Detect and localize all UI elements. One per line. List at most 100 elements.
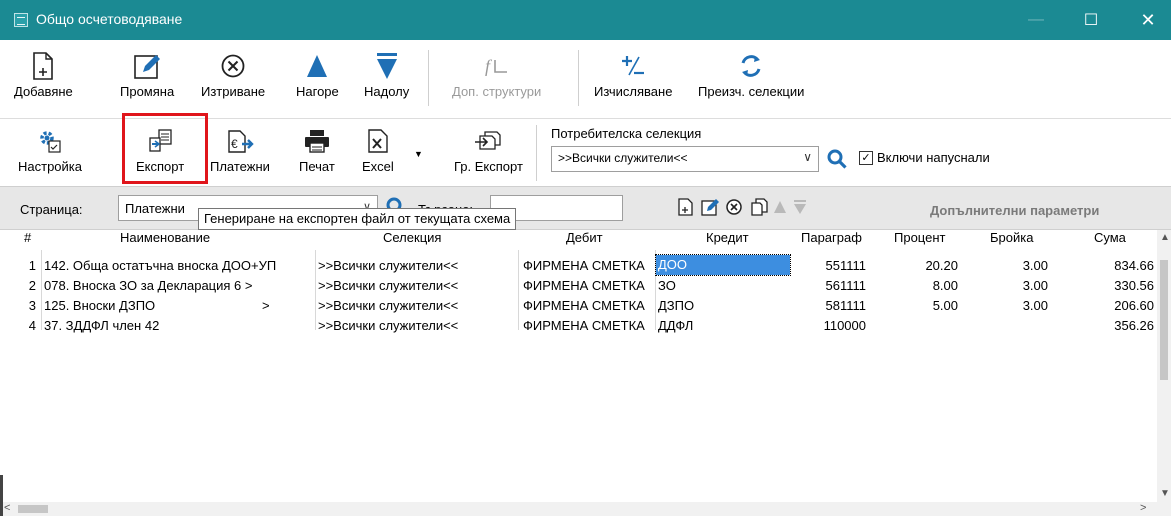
horizontal-scroll-thumb[interactable] bbox=[18, 505, 48, 513]
row-count: 3.00 bbox=[1022, 258, 1048, 273]
row-selection: >>Всички служители<< bbox=[318, 298, 459, 313]
row-debit: ФИРМЕНА СМЕТКА bbox=[523, 298, 645, 313]
minimize-button[interactable]: — bbox=[1013, 0, 1059, 40]
arrow-down-icon bbox=[794, 200, 806, 214]
add-button[interactable]: Добавяне bbox=[14, 48, 73, 99]
svg-text:€: € bbox=[231, 137, 238, 151]
user-selection-combo[interactable]: >>Всички служители<< ∨ bbox=[551, 146, 819, 172]
page-combo-value: Платежни bbox=[125, 201, 185, 216]
scroll-up-icon[interactable]: ▲ bbox=[1160, 232, 1170, 243]
scroll-right-icon[interactable]: > bbox=[1140, 502, 1146, 514]
euro-payment-icon: € bbox=[226, 123, 254, 159]
row-percent: 8.00 bbox=[932, 278, 958, 293]
row-delete-button[interactable] bbox=[724, 196, 744, 218]
toolbar-separator bbox=[536, 125, 537, 181]
row-count: 3.00 bbox=[1022, 298, 1048, 313]
export-highlight-box bbox=[122, 113, 208, 184]
user-selection-caption: Потребителска селекция bbox=[551, 126, 702, 141]
row-credit[interactable]: ДДФЛ bbox=[658, 316, 788, 336]
move-up-button[interactable]: Нагоре bbox=[296, 48, 339, 99]
row-copy-button[interactable] bbox=[749, 196, 769, 218]
toolbar-separator bbox=[578, 50, 579, 106]
row-credit[interactable]: ДОО bbox=[655, 254, 791, 276]
horizontal-scrollbar[interactable]: < > bbox=[0, 502, 1157, 516]
selection-search-button[interactable] bbox=[825, 147, 849, 171]
row-add-button[interactable] bbox=[676, 196, 696, 218]
row-credit[interactable]: ЗО bbox=[658, 276, 788, 296]
svg-text:f: f bbox=[485, 56, 493, 76]
row-number: 1 bbox=[28, 258, 36, 273]
group-export-button[interactable]: Гр. Експорт bbox=[454, 123, 523, 174]
row-paragraph: 581111 bbox=[825, 298, 867, 313]
column-header-debit[interactable]: Дебит bbox=[566, 230, 603, 250]
extra-params-link[interactable]: Допълнителни параметри bbox=[930, 203, 1099, 218]
postings-table: # Наименование Селекция Дебит Кредит Пар… bbox=[0, 230, 1171, 516]
column-divider bbox=[41, 250, 42, 330]
arrow-up-icon bbox=[305, 48, 329, 84]
print-button[interactable]: Печат bbox=[299, 123, 335, 174]
delete-circle-x-icon bbox=[726, 199, 742, 215]
column-header-number[interactable]: # bbox=[24, 230, 36, 250]
chevron-down-icon: ∨ bbox=[803, 150, 812, 164]
row-debit: ФИРМЕНА СМЕТКА bbox=[523, 318, 645, 333]
delete-button[interactable]: Изтриване bbox=[201, 48, 265, 99]
export-tooltip: Генериране на експортен файл от текущата… bbox=[198, 208, 517, 230]
column-header-count[interactable]: Бройка bbox=[990, 230, 1033, 250]
scroll-down-icon[interactable]: ▼ bbox=[1160, 488, 1170, 499]
maximize-button[interactable]: ☐ bbox=[1068, 0, 1114, 40]
row-name-suffix: > bbox=[262, 298, 270, 313]
close-button[interactable]: ✕ bbox=[1125, 0, 1171, 40]
row-up-button[interactable] bbox=[770, 196, 790, 218]
extra-structures-button[interactable]: f Доп. структури bbox=[452, 48, 541, 99]
excel-button[interactable]: Excel bbox=[362, 123, 394, 174]
row-down-button[interactable] bbox=[790, 196, 810, 218]
column-header-paragraph[interactable]: Параграф bbox=[801, 230, 862, 250]
copy-icon bbox=[751, 198, 768, 216]
delete-circle-x-icon bbox=[220, 48, 246, 84]
arrow-up-icon bbox=[774, 201, 786, 213]
vertical-scrollbar[interactable]: ▲ ▼ bbox=[1157, 230, 1171, 516]
column-divider bbox=[518, 250, 519, 330]
row-selection: >>Всички служители<< bbox=[318, 318, 459, 333]
refresh-icon bbox=[738, 48, 764, 84]
scroll-left-icon[interactable]: < bbox=[4, 502, 10, 514]
row-number: 4 bbox=[28, 318, 36, 333]
payments-button[interactable]: € Платежни bbox=[210, 123, 270, 174]
row-paragraph: 551111 bbox=[825, 258, 867, 273]
include-terminated-checkbox[interactable]: ✓ bbox=[859, 151, 873, 165]
excel-dropdown-arrow-icon[interactable]: ▼ bbox=[414, 149, 423, 159]
user-selection-value: >>Всички служители<< bbox=[558, 151, 688, 165]
row-credit[interactable]: ДЗПО bbox=[658, 296, 788, 316]
column-header-name[interactable]: Наименование bbox=[120, 230, 210, 250]
move-down-button[interactable]: Надолу bbox=[364, 48, 409, 99]
row-sum: 330.56 bbox=[1114, 278, 1154, 293]
row-count: 3.00 bbox=[1022, 278, 1048, 293]
add-document-icon bbox=[678, 198, 693, 216]
calculate-button[interactable]: Изчисляване bbox=[594, 48, 672, 99]
column-header-sum[interactable]: Сума bbox=[1094, 230, 1126, 250]
edit-button[interactable]: Промяна bbox=[120, 48, 174, 99]
row-sum: 834.66 bbox=[1114, 258, 1154, 273]
toolbar-separator bbox=[428, 50, 429, 106]
recalc-selections-button[interactable]: Преизч. селекции bbox=[698, 48, 804, 99]
row-number: 3 bbox=[28, 298, 36, 313]
excel-icon bbox=[365, 123, 391, 159]
printer-icon bbox=[303, 123, 331, 159]
app-icon bbox=[14, 13, 28, 27]
group-export-icon bbox=[473, 123, 503, 159]
row-percent bbox=[880, 316, 958, 336]
edit-pencil-icon bbox=[133, 48, 161, 84]
row-edit-button[interactable] bbox=[700, 196, 720, 218]
row-selection: >>Всички служители<< bbox=[318, 258, 459, 273]
column-header-credit[interactable]: Кредит bbox=[706, 230, 749, 250]
settings-button[interactable]: Настройка bbox=[18, 123, 82, 174]
add-document-icon bbox=[32, 48, 54, 84]
vertical-scroll-thumb[interactable] bbox=[1160, 260, 1168, 380]
column-header-selection[interactable]: Селекция bbox=[383, 230, 441, 250]
column-divider bbox=[315, 250, 316, 330]
row-debit: ФИРМЕНА СМЕТКА bbox=[523, 258, 645, 273]
column-header-percent[interactable]: Процент bbox=[894, 230, 945, 250]
row-sum: 206.60 bbox=[1114, 298, 1154, 313]
window-title: Общо осчетоводяване bbox=[36, 11, 183, 27]
row-paragraph: 561111 bbox=[825, 278, 867, 293]
